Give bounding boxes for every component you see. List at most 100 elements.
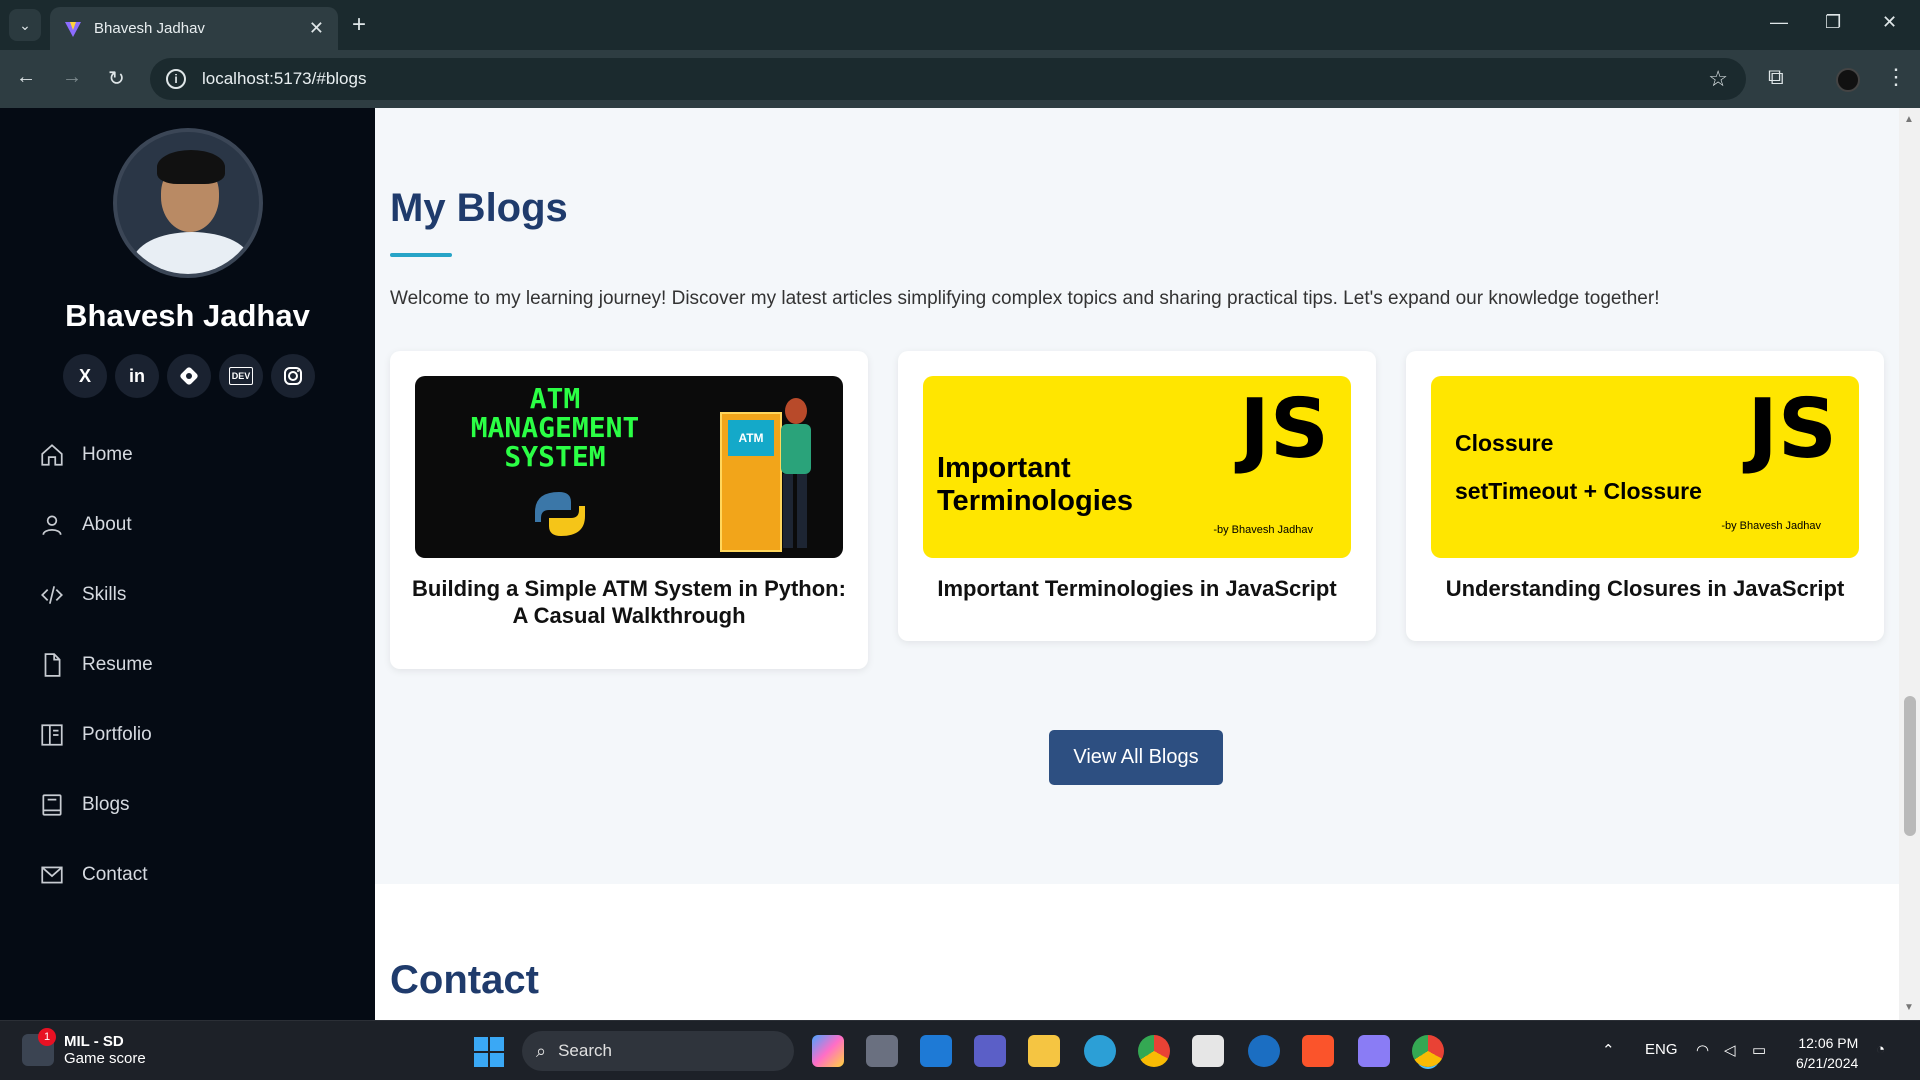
address-bar[interactable]: i localhost:5173/#blogs ☆ xyxy=(150,58,1746,100)
game-title: MIL - SD xyxy=(64,1033,124,1050)
python-logo-icon xyxy=(535,492,585,536)
bookmark-star-icon[interactable]: ☆ xyxy=(1708,66,1728,92)
woman-illustration xyxy=(775,398,817,548)
sidebar-item-home[interactable]: Home xyxy=(38,420,153,490)
chrome-icon[interactable] xyxy=(1138,1035,1170,1067)
home-icon xyxy=(38,441,66,469)
social-links: X in DEV xyxy=(63,354,315,398)
sidebar-item-resume[interactable]: Resume xyxy=(38,630,153,700)
tab-title: Bhavesh Jadhav xyxy=(94,20,205,37)
book-icon xyxy=(38,791,66,819)
tab-search-dropdown[interactable]: ⌄ xyxy=(9,9,41,41)
taskbar-search[interactable]: ⌕ Search xyxy=(522,1031,794,1071)
volume-icon[interactable]: ◁ xyxy=(1724,1041,1736,1059)
battery-icon[interactable]: ▭ xyxy=(1752,1041,1766,1059)
clock[interactable]: 12:06 PM 6/21/2024 xyxy=(1796,1033,1858,1073)
back-button[interactable]: ← xyxy=(16,66,36,89)
profile-avatar[interactable] xyxy=(1836,68,1860,92)
wifi-icon[interactable]: ◠ xyxy=(1696,1041,1709,1059)
scroll-up-icon[interactable]: ▲ xyxy=(1904,114,1914,125)
restore-button[interactable]: ❐ xyxy=(1825,12,1841,33)
blog-thumbnail: ATM MANAGEMENT SYSTEM ATM xyxy=(415,376,843,558)
task-view-icon[interactable] xyxy=(866,1035,898,1067)
profile-photo xyxy=(113,128,263,278)
game-subtitle: Game score xyxy=(64,1050,146,1067)
sidebar-item-label: Blogs xyxy=(82,794,130,815)
file-explorer-icon[interactable] xyxy=(1028,1035,1060,1067)
sidebar-item-about[interactable]: About xyxy=(38,490,153,560)
sidebar-item-label: Home xyxy=(82,444,133,465)
blogs-intro: Welcome to my learning journey! Discover… xyxy=(390,288,1660,309)
user-icon xyxy=(38,511,66,539)
vite-favicon-icon xyxy=(65,21,81,37)
dev-to-icon[interactable]: DEV xyxy=(219,354,263,398)
scrollbar-thumb[interactable] xyxy=(1904,696,1916,836)
reload-button[interactable]: ↻ xyxy=(108,66,125,91)
chevron-down-icon: ⌄ xyxy=(19,16,31,33)
search-icon: ⌕ xyxy=(536,1040,547,1061)
game-icon: 1 xyxy=(22,1028,56,1066)
brave-icon[interactable] xyxy=(1302,1035,1334,1067)
close-window-button[interactable]: ✕ xyxy=(1882,12,1897,33)
search-label: Search xyxy=(558,1041,612,1060)
forward-button[interactable]: → xyxy=(62,66,82,89)
chrome-active-icon[interactable] xyxy=(1412,1035,1444,1067)
heading-underline xyxy=(390,253,452,257)
site-info-icon[interactable]: i xyxy=(166,69,186,89)
sidebar-item-skills[interactable]: Skills xyxy=(38,560,153,630)
contact-heading: Contact xyxy=(390,958,539,1002)
language-indicator[interactable]: ENG xyxy=(1645,1041,1678,1058)
tray-chevron-icon[interactable]: ⌃ xyxy=(1602,1041,1615,1059)
ms-store-icon[interactable] xyxy=(1192,1035,1224,1067)
sidebar-item-contact[interactable]: Contact xyxy=(38,840,153,910)
blog-card-title: Understanding Closures in JavaScript xyxy=(1445,576,1845,601)
profile-name: Bhavesh Jadhav xyxy=(65,298,310,333)
hashnode-icon[interactable] xyxy=(167,354,211,398)
view-all-blogs-button[interactable]: View All Blogs xyxy=(1049,730,1223,785)
main-content: My Blogs Welcome to my learning journey!… xyxy=(375,108,1899,1020)
x-twitter-icon[interactable]: X xyxy=(63,354,107,398)
teams-icon[interactable] xyxy=(974,1035,1006,1067)
browser-tab[interactable]: Bhavesh Jadhav ✕ xyxy=(50,7,338,50)
linkedin-icon[interactable]: in xyxy=(115,354,159,398)
edge-icon[interactable] xyxy=(1084,1035,1116,1067)
new-tab-button[interactable]: + xyxy=(352,12,366,38)
vscode-icon[interactable] xyxy=(920,1035,952,1067)
instagram-icon[interactable] xyxy=(271,354,315,398)
sidebar-item-blogs[interactable]: Blogs xyxy=(38,770,153,840)
sidebar-item-label: Contact xyxy=(82,864,148,885)
sidebar-item-portfolio[interactable]: Portfolio xyxy=(38,700,153,770)
blog-card[interactable]: ATM MANAGEMENT SYSTEM ATM Building a Sim… xyxy=(390,351,868,669)
sidebar-item-label: Portfolio xyxy=(82,724,152,745)
clock-time: 12:06 PM xyxy=(1798,1035,1859,1051)
sidebar-item-label: About xyxy=(82,514,132,535)
url-text: localhost:5173/#blogs xyxy=(202,69,367,88)
extensions-icon[interactable]: ⧉ xyxy=(1768,64,1784,90)
contact-section: Contact xyxy=(375,884,1899,1020)
portfolio-icon xyxy=(38,721,66,749)
blog-card[interactable]: JS Important Terminologies -by Bhavesh J… xyxy=(898,351,1376,641)
vite-app-icon[interactable] xyxy=(1358,1035,1390,1067)
file-icon xyxy=(38,651,66,679)
blog-thumbnail: JS Clossure setTimeout + Clossure -by Bh… xyxy=(1431,376,1859,558)
page-scrollbar[interactable]: ▲ ▼ xyxy=(1899,108,1920,1020)
close-tab-icon[interactable]: ✕ xyxy=(309,18,324,39)
app-icon[interactable] xyxy=(1248,1035,1280,1067)
more-menu-icon[interactable]: ⋮ xyxy=(1885,64,1907,90)
windows-taskbar: 1 MIL - SD Game score ⌕ Search ⌃ ENG ◠ ◁… xyxy=(0,1020,1920,1080)
atm-machine-illustration: ATM xyxy=(720,412,782,552)
blogs-section: My Blogs Welcome to my learning journey!… xyxy=(375,108,1899,884)
sidebar-item-label: Resume xyxy=(82,654,153,675)
notification-bell-icon[interactable]: ◔ xyxy=(1876,1041,1885,1058)
code-icon xyxy=(38,581,66,609)
browser-toolbar: ← → ↻ i localhost:5173/#blogs ☆ ⧉ ⋮ xyxy=(0,50,1920,108)
copilot-icon[interactable] xyxy=(812,1035,844,1067)
minimize-button[interactable]: — xyxy=(1770,12,1788,33)
windows-start-icon[interactable] xyxy=(474,1037,504,1067)
blog-card-title: Important Terminologies in JavaScript xyxy=(937,576,1337,601)
game-widget[interactable]: 1 MIL - SD Game score xyxy=(22,1028,146,1067)
blog-card[interactable]: JS Clossure setTimeout + Clossure -by Bh… xyxy=(1406,351,1884,641)
clock-date: 6/21/2024 xyxy=(1796,1055,1859,1071)
sidebar-nav: Home About Skills Resume Portfolio Blogs… xyxy=(38,420,153,910)
scroll-down-icon[interactable]: ▼ xyxy=(1904,1002,1914,1013)
